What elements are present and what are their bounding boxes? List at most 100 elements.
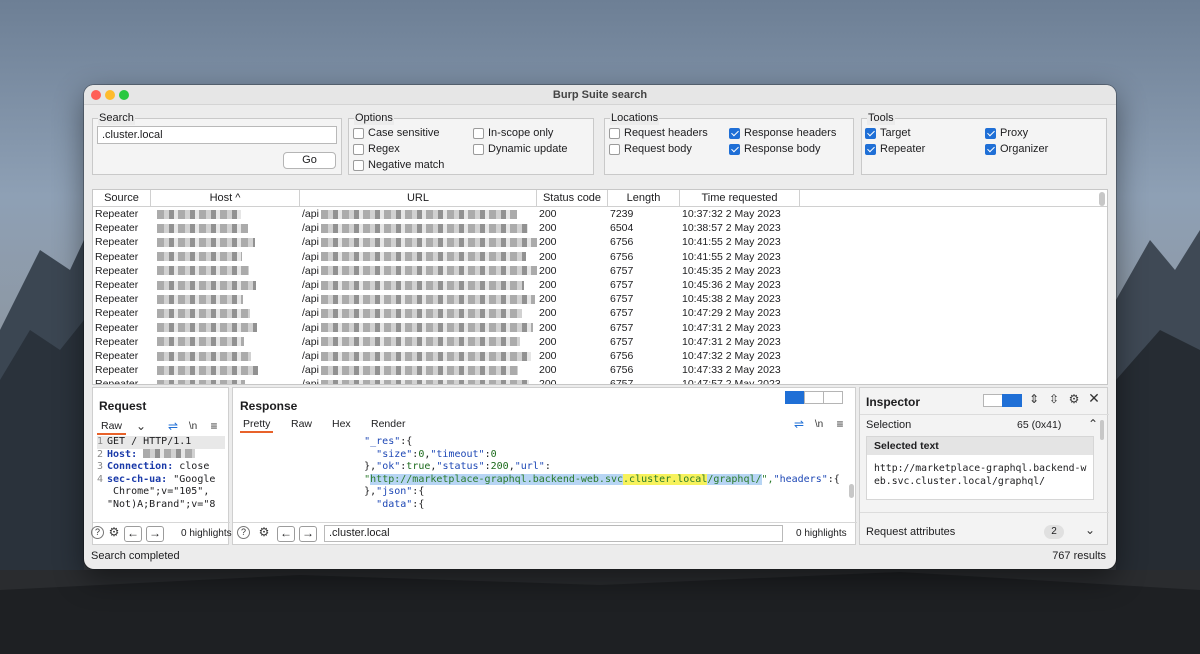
checkbox-box[interactable] [865, 127, 876, 139]
table-row[interactable]: Repeater/api 200 6504 10:38:57 2 May 2023 [93, 221, 1107, 235]
checkbox-box[interactable] [353, 127, 364, 139]
response-scrollbar[interactable] [849, 484, 854, 498]
table-row[interactable]: Repeater/api 200 6757 10:47:31 2 May 2023 [93, 321, 1107, 335]
table-row[interactable]: Repeater/api 200 6757 10:47:57 2 May 2023 [93, 377, 1107, 384]
arrow-right-icon[interactable]: → [299, 526, 317, 542]
tab-hex[interactable]: Hex [332, 418, 351, 430]
inspector-layout-left-button[interactable] [983, 394, 1003, 407]
request-editor[interactable]: 1 GET / HTTP/1.1 2 Host: 3 Connection: close 4… [97, 436, 225, 516]
layout-split-horizontal-button[interactable] [785, 391, 805, 404]
selected-text-value[interactable]: http://marketplace-graphql.backend-web.s… [867, 455, 1093, 488]
tab-render[interactable]: Render [371, 418, 405, 430]
help-icon[interactable]: ? [91, 526, 104, 539]
help-icon[interactable]: ? [237, 526, 250, 539]
dynamic-update-checkbox[interactable]: Dynamic update [473, 143, 568, 155]
arrow-left-icon[interactable]: ← [124, 526, 142, 542]
column-length[interactable]: Length [608, 190, 680, 206]
column-host[interactable]: Host ^ [151, 190, 300, 206]
cell-status-code: 200 [539, 335, 557, 348]
table-row[interactable]: Repeater/api 200 6757 10:45:38 2 May 2023 [93, 292, 1107, 306]
table-row[interactable]: Repeater/api 200 6757 10:47:31 2 May 2023 [93, 335, 1107, 349]
checkbox-box[interactable] [729, 143, 740, 155]
menu-icon[interactable]: ≡ [832, 417, 848, 433]
checkbox-box[interactable] [473, 127, 484, 139]
response-headers-checkbox[interactable]: Response headers [729, 127, 836, 139]
response-body-checkbox[interactable]: Response body [729, 143, 820, 155]
wrap-icon[interactable]: ⇌ [791, 417, 807, 433]
table-row[interactable]: Repeater/api 200 6756 10:41:55 2 May 2023 [93, 250, 1107, 264]
close-window-button[interactable] [91, 90, 101, 100]
header-name: Host: [107, 448, 138, 460]
response-editor[interactable]: "_res":{ "size":0,"timeout":0 },"ok":tru… [328, 436, 848, 518]
gear-icon[interactable]: ⚙ [106, 525, 122, 541]
checkbox-label: In-scope only [488, 127, 554, 139]
menu-icon[interactable]: ≡ [206, 419, 222, 435]
cell-host-redacted [151, 264, 300, 278]
newline-toggle[interactable]: \n [185, 419, 201, 435]
column-status-code[interactable]: Status code [537, 190, 608, 206]
column-url[interactable]: URL [300, 190, 537, 206]
expand-all-icon[interactable]: ⇕ [1026, 392, 1042, 408]
negative-match-checkbox[interactable]: Negative match [353, 159, 444, 171]
inspector-layout-right-button[interactable] [1002, 394, 1022, 407]
checkbox-box[interactable] [353, 159, 364, 171]
request-attributes-label[interactable]: Request attributes [866, 526, 955, 538]
wrap-icon[interactable]: ⇌ [165, 419, 181, 435]
checkbox-label: Case sensitive [368, 127, 440, 139]
table-row[interactable]: Repeater/api 200 6756 10:41:55 2 May 2023 [93, 235, 1107, 249]
tab-raw[interactable]: Raw [291, 418, 312, 430]
layout-toggle[interactable] [785, 391, 843, 404]
checkbox-label: Response body [744, 143, 821, 155]
table-row[interactable]: Repeater/api 200 6756 10:47:32 2 May 2023 [93, 349, 1107, 363]
checkbox-box[interactable] [353, 143, 364, 155]
newline-toggle[interactable]: \n [811, 417, 827, 433]
table-row[interactable]: Repeater/api 200 6757 10:45:36 2 May 2023 [93, 278, 1107, 292]
column-source[interactable]: Source [93, 190, 151, 206]
inspector-layout-toggle[interactable] [983, 394, 1022, 407]
gear-icon[interactable]: ⚙ [256, 525, 272, 541]
close-icon[interactable]: ✕ [1086, 391, 1102, 407]
request-body-checkbox[interactable]: Request body [609, 143, 692, 155]
checkbox-box[interactable] [729, 127, 740, 139]
tab-pretty[interactable]: Pretty [240, 418, 274, 433]
table-row[interactable]: Repeater/api 200 6757 10:45:35 2 May 2023 [93, 264, 1107, 278]
checkbox-box[interactable] [473, 143, 484, 155]
table-row[interactable]: Repeater/api 200 6757 10:47:29 2 May 2023 [93, 306, 1107, 320]
proxy-checkbox[interactable]: Proxy [985, 127, 1028, 139]
request-view-select[interactable]: Raw [97, 419, 127, 435]
checkbox-box[interactable] [985, 143, 996, 155]
case-sensitive-checkbox[interactable]: Case sensitive [353, 127, 440, 139]
inspector-scrollbar[interactable] [1100, 420, 1104, 440]
chevron-down-icon[interactable]: ⌄ [133, 419, 149, 435]
response-search-input[interactable]: .cluster.local [324, 525, 783, 542]
target-checkbox[interactable]: Target [865, 127, 911, 139]
layout-tabs-button[interactable] [823, 391, 843, 404]
search-input[interactable]: .cluster.local [97, 126, 337, 144]
column-time-requested[interactable]: Time requested [680, 190, 800, 206]
checkbox-box[interactable] [609, 127, 620, 139]
arrow-left-icon[interactable]: ← [277, 526, 295, 542]
checkbox-box[interactable] [985, 127, 996, 139]
chevron-up-icon[interactable]: ⌃ [1085, 417, 1101, 433]
layout-split-vertical-button[interactable] [804, 391, 824, 404]
repeater-checkbox[interactable]: Repeater [865, 143, 925, 155]
arrow-right-icon[interactable]: → [146, 526, 164, 542]
regex-checkbox[interactable]: Regex [353, 143, 400, 155]
go-button[interactable]: Go [283, 152, 336, 169]
redacted-host [157, 280, 256, 290]
in-scope-only-checkbox[interactable]: In-scope only [473, 127, 553, 139]
zoom-window-button[interactable] [119, 90, 129, 100]
gear-icon[interactable]: ⚙ [1066, 392, 1082, 408]
table-row[interactable]: Repeater/api 200 6756 10:47:33 2 May 2023 [93, 363, 1107, 377]
checkbox-box[interactable] [609, 143, 620, 155]
collapse-all-icon[interactable]: ⇳ [1046, 392, 1062, 408]
chevron-down-icon[interactable]: ⌄ [1082, 523, 1098, 539]
checkbox-label: Dynamic update [488, 143, 568, 155]
minimize-window-button[interactable] [105, 90, 115, 100]
table-row[interactable]: Repeater/api 200 7239 10:37:32 2 May 2023 [93, 207, 1107, 221]
organizer-checkbox[interactable]: Organizer [985, 143, 1048, 155]
table-scrollbar[interactable] [1099, 192, 1105, 206]
selection-label[interactable]: Selection [866, 419, 911, 431]
checkbox-box[interactable] [865, 143, 876, 155]
request-headers-checkbox[interactable]: Request headers [609, 127, 708, 139]
